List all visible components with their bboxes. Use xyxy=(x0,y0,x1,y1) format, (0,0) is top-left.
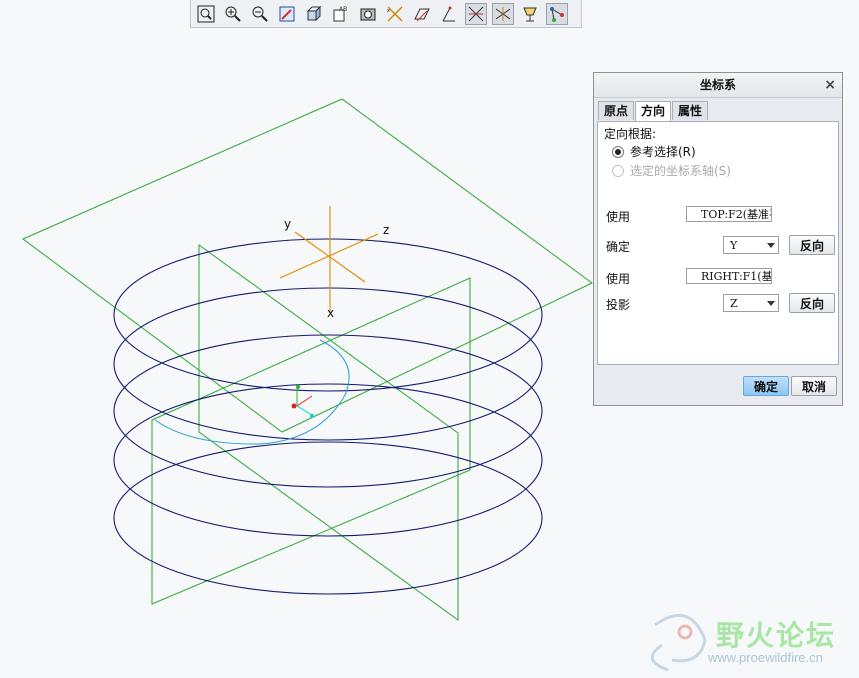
chevron-down-icon xyxy=(767,243,775,248)
repaint-icon xyxy=(279,6,295,21)
axis-display-button[interactable] xyxy=(411,3,433,25)
spin-center-button[interactable] xyxy=(519,3,541,25)
watermark-title: 野火论坛 xyxy=(716,619,837,652)
spin-center-icon xyxy=(523,7,537,21)
annotation-display-button[interactable] xyxy=(492,2,514,25)
sketch-arc[interactable] xyxy=(154,339,350,445)
axis-label-x: x xyxy=(327,306,334,320)
display-style-icon xyxy=(360,8,376,20)
axis-label-y: y xyxy=(284,217,291,231)
radio-selected-csys-axes-label: 选定的坐标系轴(S) xyxy=(630,164,731,178)
flip-button-2[interactable]: 反向 xyxy=(789,293,835,313)
orientation-panel: 定向根据: 参考选择(R) 选定的坐标系轴(S) 使用 TOP:F2(基准平 确… xyxy=(597,121,839,365)
view-toolbar: AB x xyxy=(190,0,582,28)
repaint-button[interactable] xyxy=(276,3,298,25)
csys-display-icon xyxy=(468,6,484,21)
zoom-in-icon xyxy=(225,6,241,22)
orient-by-label: 定向根据: xyxy=(604,127,657,141)
cancel-button[interactable]: 取消 xyxy=(791,376,837,396)
project-axis-select[interactable]: Z xyxy=(723,294,779,312)
plane-display-icon: x xyxy=(387,5,403,22)
use-label-2: 使用 xyxy=(606,272,631,286)
zoom-out-icon xyxy=(252,6,268,22)
dialog-title-bar[interactable]: 坐标系 × xyxy=(594,73,842,98)
determine-label: 确定 xyxy=(606,240,631,254)
reference-collector-1[interactable]: TOP:F2(基准平 xyxy=(686,206,772,222)
refit-button[interactable] xyxy=(195,3,217,25)
view-orientation-icon xyxy=(306,5,322,21)
refit-icon xyxy=(197,5,215,22)
plane-display-button[interactable]: x xyxy=(384,3,406,25)
radio-selected-csys-axes[interactable] xyxy=(612,165,624,177)
saved-views-button[interactable]: AB xyxy=(330,3,352,25)
csys-display-button[interactable] xyxy=(465,2,487,25)
saved-views-icon: AB xyxy=(333,6,347,21)
determine-axis-value: Y xyxy=(730,239,738,252)
ok-button[interactable]: 确定 xyxy=(743,376,789,396)
chevron-down-icon xyxy=(767,301,775,306)
radio-reference-selection[interactable] xyxy=(612,146,624,158)
use-label-1: 使用 xyxy=(606,210,631,224)
svg-text:x: x xyxy=(387,8,390,14)
project-label: 投影 xyxy=(606,298,631,312)
zoom-in-button[interactable] xyxy=(222,3,244,25)
helix-curve[interactable] xyxy=(113,238,543,595)
datum-point-button[interactable] xyxy=(546,2,568,25)
datum-point-icon xyxy=(550,6,564,22)
flip-button-1[interactable]: 反向 xyxy=(789,235,835,255)
view-orientation-button[interactable] xyxy=(303,3,325,25)
tab-properties[interactable]: 属性 xyxy=(672,101,709,120)
radio-reference-selection-label: 参考选择(R) xyxy=(630,145,696,159)
project-axis-value: Z xyxy=(730,297,738,310)
zoom-out-button[interactable] xyxy=(249,3,271,25)
tab-orientation[interactable]: 方向 xyxy=(635,101,672,122)
point-display-icon xyxy=(442,6,455,21)
axis-display-icon xyxy=(414,8,430,21)
svg-text:AB: AB xyxy=(339,6,347,13)
dialog-tabs: 原点 方向 属性 xyxy=(598,101,709,122)
tab-origin[interactable]: 原点 xyxy=(598,101,635,120)
annotation-display-icon xyxy=(495,6,511,21)
display-style-button[interactable] xyxy=(357,3,379,25)
close-icon[interactable]: × xyxy=(824,73,836,97)
axis-label-z: z xyxy=(383,223,389,237)
reference-collector-2[interactable]: RIGHT:F1(基. xyxy=(686,268,772,284)
new-csys-axes[interactable] xyxy=(279,206,379,312)
csys-dialog: 坐标系 × 原点 方向 属性 定向根据: 参考选择(R) 选定的坐标系轴(S) … xyxy=(593,72,843,406)
determine-axis-select[interactable]: Y xyxy=(723,236,779,254)
point-display-button[interactable] xyxy=(438,3,460,25)
watermark-url: www.proewildfire.cn xyxy=(708,650,823,665)
watermark-logo xyxy=(651,614,707,672)
dialog-title: 坐标系 xyxy=(699,78,736,92)
